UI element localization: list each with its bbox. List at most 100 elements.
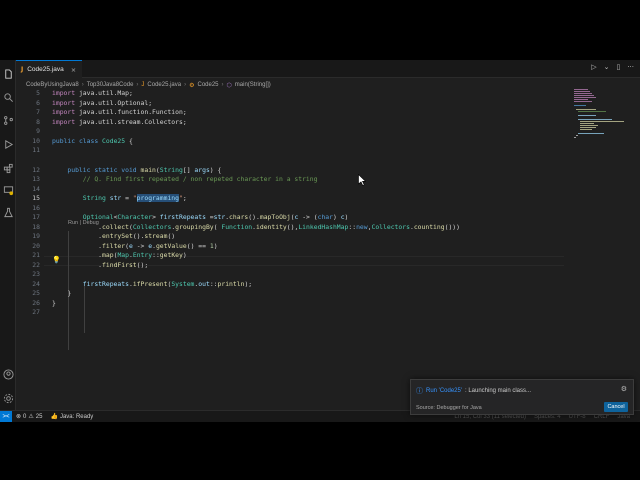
line-number: 22	[32, 260, 40, 269]
code-token: ) {	[209, 165, 222, 174]
code-editor[interactable]: Run | Debug 💡 5 import java.util.Map; 6 imp…	[16, 89, 568, 407]
tab-code25-java[interactable]: J Code25.java ×	[16, 60, 82, 78]
extensions-icon[interactable]	[2, 162, 14, 174]
code-token: .	[52, 260, 103, 269]
code-line[interactable]: 10 public class Code25 {	[16, 137, 568, 147]
line-number: 12	[32, 165, 40, 174]
line-number: 6	[36, 98, 40, 107]
minimap-line	[580, 129, 592, 130]
code-line[interactable]: 15 String str = "programming";	[16, 194, 568, 204]
code-text: .filter(e -> e.getValue() == 1)	[52, 241, 217, 252]
code-line[interactable]: 26}	[16, 299, 568, 309]
info-icon: ⓘ	[416, 388, 423, 395]
code-token: main	[140, 165, 156, 174]
code-text: firstRepeats.ifPresent(System.out::print…	[52, 280, 252, 290]
breadcrumb-item[interactable]: CodeByUsingJava8	[26, 82, 79, 88]
search-icon[interactable]	[2, 91, 14, 103]
notification-run-label: Run 'Code25'	[426, 388, 462, 394]
line-number: 7	[36, 108, 40, 116]
code-line[interactable]: 19 .entrySet().stream()	[16, 232, 568, 242]
code-token: chars	[229, 213, 249, 221]
cancel-button[interactable]: Cancel	[604, 402, 628, 412]
code-token: import	[52, 89, 79, 97]
code-token: java.util.function.Function;	[78, 108, 187, 116]
minimap[interactable]	[574, 89, 630, 139]
code-line[interactable]: 21 .map(Map.Entry::getKey)	[16, 251, 568, 261]
more-actions-icon[interactable]: ···	[627, 63, 634, 71]
explorer-icon[interactable]	[2, 68, 14, 80]
run-debug-icon[interactable]	[2, 138, 14, 150]
code-token: java.util.Map;	[78, 89, 133, 97]
code-line[interactable]: 14	[16, 185, 568, 195]
code-line[interactable]: 11	[16, 146, 568, 156]
split-editor-icon[interactable]: ▯	[616, 63, 620, 71]
code-line[interactable]: 20 .filter(e -> e.getValue() == 1)	[16, 242, 568, 252]
code-token: map	[102, 251, 114, 259]
remote-indicator[interactable]: ><	[0, 410, 12, 422]
breadcrumb-item[interactable]: Top30Java8Code	[87, 82, 134, 88]
code-token: Map	[117, 251, 129, 259]
code-line[interactable]: 17 Optional<Character> firstRepeats =str…	[16, 213, 568, 223]
code-token: mapToObj	[259, 213, 291, 221]
minimap-line	[578, 115, 596, 116]
code-line[interactable]: 23	[16, 270, 568, 280]
code-line[interactable]: 6 import java.util.Optional;	[16, 99, 568, 109]
problems-indicator[interactable]: ⊗ 0 ⚠ 25	[12, 413, 46, 421]
code-text: import java.util.Map;	[52, 89, 133, 99]
code-line[interactable]: 24 firstRepeats.ifPresent(System.out::pr…	[16, 280, 568, 290]
gear-icon[interactable]: ⚙	[621, 385, 627, 393]
line-number: 21	[32, 251, 40, 259]
code-line[interactable]: 9	[16, 127, 568, 137]
breadcrumb-item[interactable]: Code25.java	[147, 82, 181, 88]
code-text: import java.util.stream.Collectors;	[52, 118, 187, 128]
chevron-right-icon: ›	[184, 82, 187, 88]
breadcrumb-item[interactable]: Code25	[198, 82, 219, 88]
chevron-down-icon[interactable]: ⌄	[604, 63, 610, 71]
error-icon: ⊗	[16, 414, 22, 420]
warning-icon: ⚠	[28, 414, 34, 420]
code-token: getValue	[155, 241, 187, 250]
code-line[interactable]: 13 // Q. Find first repeated / non repet…	[16, 175, 568, 185]
java-status[interactable]: 👍 Java: Ready	[46, 413, 97, 421]
breadcrumb-item[interactable]: main(String[])	[235, 82, 271, 88]
line-number: 17	[32, 213, 40, 221]
code-line[interactable]: 7 import java.util.function.Function;	[16, 108, 568, 118]
code-token: getKey	[159, 251, 183, 259]
code-token: ().	[132, 232, 145, 240]
code-text: .entrySet().stream()	[52, 232, 175, 242]
code-line[interactable]: 16	[16, 204, 568, 214]
remote-explorer-icon[interactable]	[2, 184, 14, 196]
close-icon[interactable]: ×	[71, 66, 76, 74]
code-line[interactable]: 5 import java.util.Map;	[16, 89, 568, 99]
mouse-pointer-icon	[358, 174, 366, 186]
account-icon[interactable]	[2, 368, 14, 380]
minimap-line	[580, 127, 596, 128]
source-control-icon[interactable]	[2, 114, 14, 126]
code-line[interactable]: 25 }	[16, 289, 568, 299]
code-line[interactable]: 18 .collect(Collectors.groupingBy( Funct…	[16, 223, 568, 233]
code-token: import	[52, 98, 79, 107]
code-text: public static void main(String[] args) {	[52, 166, 221, 176]
code-line[interactable]: 22 .findFirst();	[16, 261, 568, 271]
method-icon: ⬡	[226, 82, 232, 89]
run-icon[interactable]: ▷	[591, 63, 596, 71]
line-number: 13	[32, 175, 40, 183]
code-text: .map(Map.Entry::getKey)	[52, 251, 187, 261]
code-line[interactable]: 27	[16, 308, 568, 318]
minimap-line	[574, 91, 590, 92]
code-token: stream	[144, 232, 168, 240]
progress-notification: ⓘ Run 'Code25' : Launching main class...…	[410, 379, 634, 415]
activity-bar	[0, 60, 16, 410]
code-token: class	[78, 136, 103, 145]
settings-gear-icon[interactable]	[2, 392, 14, 404]
code-token: ;	[182, 194, 187, 202]
code-line[interactable]: 8 import java.util.stream.Collectors;	[16, 118, 568, 128]
code-line[interactable]: 12 public static void main(String[] args…	[16, 166, 568, 176]
minimap-line	[578, 119, 612, 120]
code-token: }	[52, 289, 72, 297]
code-token: }	[52, 298, 56, 307]
line-number: 19	[32, 232, 40, 240]
code-text: .findFirst();	[52, 261, 148, 271]
testing-icon[interactable]	[2, 206, 14, 218]
